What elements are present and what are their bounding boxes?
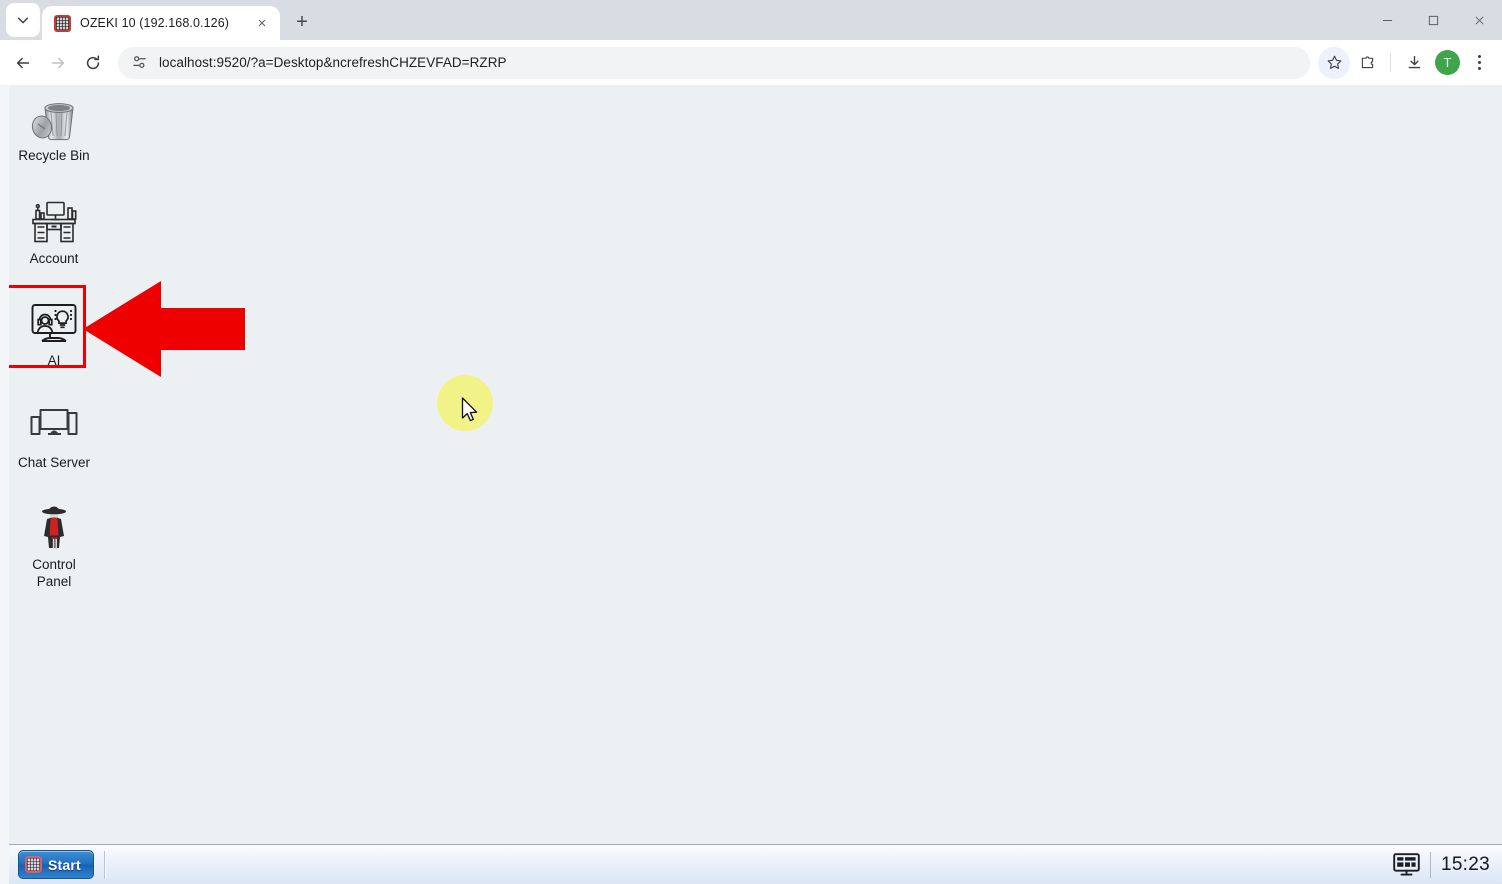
page-content: Recycle Bin Account AI Chat Server Contr… [0,85,1502,884]
desktop-icon-label: AI [47,353,61,368]
maximize-button[interactable] [1410,0,1456,40]
downloads-button[interactable] [1398,47,1430,79]
bookmark-button[interactable] [1318,46,1350,79]
taskbar: Start 15:23 [9,844,1502,884]
desktop-icon-label: Chat Server [17,455,91,470]
tab-close-icon[interactable]: × [252,13,272,33]
browser-window: OZEKI 10 (192.168.0.126) × + localhost:9… [0,0,1502,884]
display-monitor-icon[interactable] [1393,853,1420,876]
mouse-cursor-icon [461,397,478,422]
maximize-icon [1428,15,1438,25]
desktop-icon-recycle-bin[interactable]: Recycle Bin [13,93,95,165]
reload-button[interactable] [76,46,110,80]
browser-toolbar: localhost:9520/?a=Desktop&ncrefreshCHZEV… [0,40,1502,85]
three-dot-menu-icon [1477,55,1481,58]
browser-tab[interactable]: OZEKI 10 (192.168.0.126) × [42,6,280,40]
toolbar-divider [1390,53,1391,72]
ai-monitor-person-icon [28,298,80,350]
window-controls [1364,0,1502,40]
back-button[interactable] [6,46,40,80]
tab-strip: OZEKI 10 (192.168.0.126) × + [0,0,1502,40]
new-tab-button[interactable]: + [287,7,317,37]
close-icon [1474,15,1484,25]
start-button-label: Start [48,856,81,873]
ozeki-desktop[interactable]: Recycle Bin Account AI Chat Server Contr… [9,85,1502,844]
close-button[interactable] [1456,0,1502,40]
desk-computer-icon [28,196,80,248]
desktop-icon-account[interactable]: Account [13,196,95,268]
desktop-icon-label: Control Panel [32,557,76,589]
back-arrow-icon [16,57,30,68]
url-text: localhost:9520/?a=Desktop&ncrefreshCHZEV… [159,55,507,70]
forward-button[interactable] [41,46,75,80]
trash-can-icon [28,93,80,145]
person-hat-coat-icon [28,502,80,554]
taskbar-divider [104,850,105,879]
reload-icon [86,54,100,69]
tab-search-button[interactable] [6,3,40,37]
red-pointer-arrow-icon [83,281,245,377]
desktop-icon-label: Recycle Bin [18,148,90,163]
address-bar[interactable]: localhost:9520/?a=Desktop&ncrefreshCHZEV… [118,46,1310,79]
start-logo-ozeki-grid-icon [25,856,42,873]
system-tray: 15:23 [1393,845,1502,884]
start-button[interactable]: Start [18,850,94,879]
devices-icon [28,400,80,452]
desktop-icon-chat-server[interactable]: Chat Server [13,400,95,472]
browser-menu-button[interactable] [1465,47,1493,79]
taskbar-clock[interactable]: 15:23 [1441,854,1490,876]
star-icon [1327,55,1341,69]
chevron-down-icon [17,17,29,24]
tab-title: OZEKI 10 (192.168.0.126) [80,16,230,30]
minimize-icon [1382,19,1392,21]
forward-arrow-icon [51,57,65,68]
puzzle-piece-icon [1361,56,1373,69]
minimize-button[interactable] [1364,0,1410,40]
desktop-icon-control-panel[interactable]: Control Panel [13,502,95,590]
site-settings-icon[interactable] [131,54,148,71]
extensions-button[interactable] [1351,47,1383,79]
download-icon [1408,55,1420,69]
desktop-icon-label: Account [29,251,79,266]
desktop-icon-ai[interactable]: AI [13,298,95,370]
profile-avatar[interactable]: T [1435,50,1460,75]
tab-favicon-ozeki-grid-icon [54,14,71,32]
tray-divider [1429,851,1431,878]
